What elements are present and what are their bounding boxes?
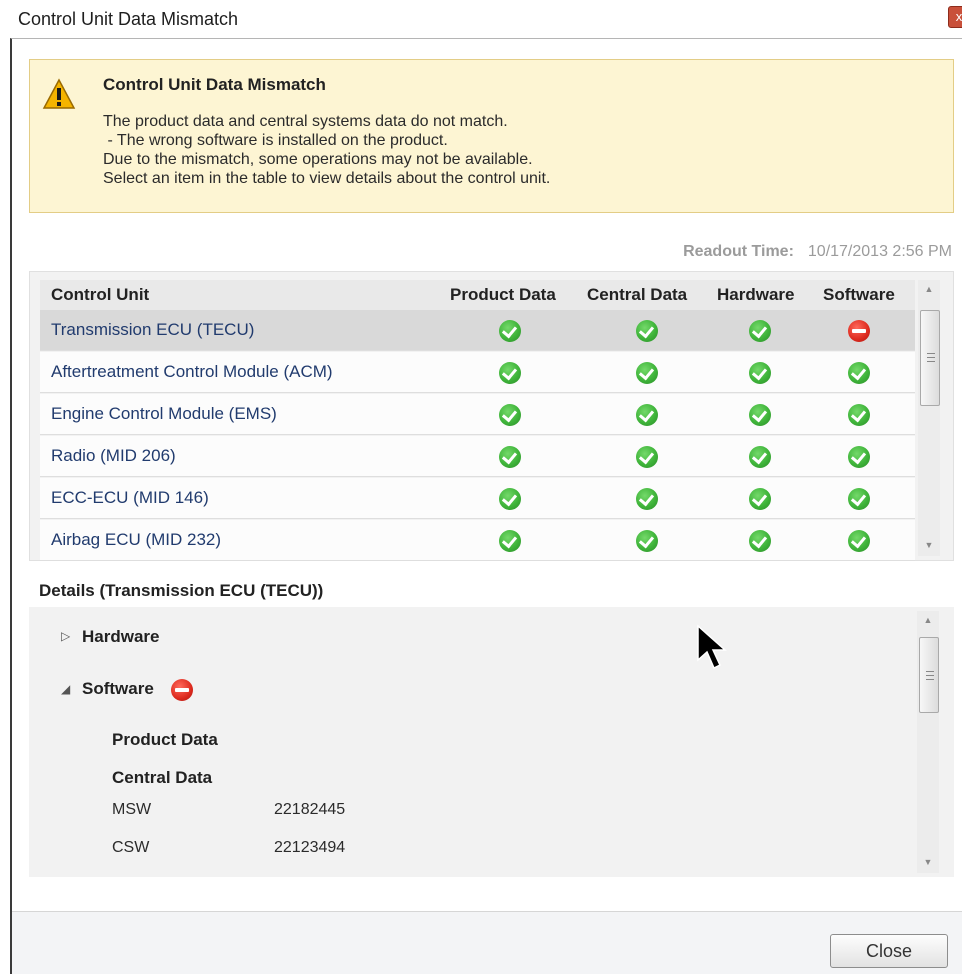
column-header-control-unit[interactable]: Control Unit bbox=[51, 285, 149, 305]
control-unit-name: Aftertreatment Control Module (ACM) bbox=[51, 362, 333, 381]
control-unit-table: Control Unit Product Data Central Data H… bbox=[29, 271, 954, 561]
column-header-software[interactable]: Software bbox=[823, 285, 895, 305]
control-unit-name: Transmission ECU (TECU) bbox=[51, 320, 255, 339]
scroll-up-arrow-icon[interactable]: ▲ bbox=[917, 611, 939, 629]
dialog-footer: Close bbox=[12, 912, 962, 974]
column-header-hardware[interactable]: Hardware bbox=[717, 285, 794, 305]
warning-line: - The wrong software is installed on the… bbox=[103, 132, 448, 149]
dialog: Control Unit Data Mismatch The product d… bbox=[10, 38, 962, 974]
status-ok-icon bbox=[636, 488, 658, 510]
window-close-icon[interactable]: x bbox=[948, 6, 962, 28]
status-ok-icon bbox=[636, 320, 658, 342]
warning-banner: Control Unit Data Mismatch The product d… bbox=[29, 59, 954, 213]
expand-arrow-icon[interactable]: ▷ bbox=[61, 629, 70, 643]
warning-line: The product data and central systems dat… bbox=[103, 113, 508, 130]
details-scrollbar[interactable]: ▲ ▼ bbox=[917, 611, 939, 873]
warning-line: Due to the mismatch, some operations may… bbox=[103, 151, 533, 168]
status-ok-icon bbox=[749, 446, 771, 468]
title-bar: Control Unit Data Mismatch x bbox=[0, 0, 962, 38]
control-unit-name: Radio (MID 206) bbox=[51, 446, 176, 465]
status-ok-icon bbox=[749, 530, 771, 552]
readout-value: 10/17/2013 2:56 PM bbox=[807, 243, 952, 260]
scroll-down-arrow-icon[interactable]: ▼ bbox=[918, 536, 940, 554]
grip-line bbox=[927, 353, 935, 354]
table-row-ems[interactable]: Engine Control Module (EMS) bbox=[40, 394, 915, 435]
csw-value: 22123494 bbox=[274, 839, 346, 856]
tree-item-hardware[interactable]: Hardware bbox=[82, 627, 159, 647]
grip-line bbox=[926, 675, 934, 676]
scroll-up-arrow-icon[interactable]: ▲ bbox=[918, 280, 940, 298]
status-error-icon bbox=[848, 320, 870, 342]
grip-line bbox=[927, 357, 935, 358]
status-ok-icon bbox=[499, 530, 521, 552]
status-ok-icon bbox=[848, 446, 870, 468]
details-panel: ▷ Hardware ◢ Software Product Data Centr… bbox=[29, 607, 954, 877]
table-row-tecu[interactable]: Transmission ECU (TECU) bbox=[40, 310, 915, 351]
status-error-icon bbox=[171, 679, 193, 701]
control-unit-name: Engine Control Module (EMS) bbox=[51, 404, 277, 423]
details-scrollbar-thumb[interactable] bbox=[919, 637, 939, 713]
status-ok-icon bbox=[636, 404, 658, 426]
software-central-data-label: Central Data bbox=[112, 768, 213, 787]
tree-item-software[interactable]: Software bbox=[82, 679, 154, 699]
grip-line bbox=[926, 671, 934, 672]
status-ok-icon bbox=[636, 446, 658, 468]
status-ok-icon bbox=[499, 488, 521, 510]
table-scrollbar-thumb[interactable] bbox=[920, 310, 940, 406]
column-header-product-data[interactable]: Product Data bbox=[450, 285, 556, 305]
readout-label: Readout Time: bbox=[683, 243, 794, 260]
status-ok-icon bbox=[848, 530, 870, 552]
warning-icon bbox=[42, 78, 76, 109]
status-ok-icon bbox=[636, 362, 658, 384]
table-row-acm[interactable]: Aftertreatment Control Module (ACM) bbox=[40, 352, 915, 393]
status-ok-icon bbox=[499, 362, 521, 384]
status-ok-icon bbox=[636, 530, 658, 552]
warning-message: The product data and central systems dat… bbox=[103, 112, 550, 188]
status-ok-icon bbox=[499, 320, 521, 342]
details-title: Details (Transmission ECU (TECU)) bbox=[39, 581, 324, 600]
close-button[interactable]: Close bbox=[830, 934, 948, 968]
control-unit-name: ECC-ECU (MID 146) bbox=[51, 488, 209, 507]
mouse-pointer-icon bbox=[697, 624, 727, 670]
window-title: Control Unit Data Mismatch bbox=[18, 9, 239, 29]
table-scrollbar[interactable]: ▲ ▼ bbox=[918, 280, 940, 556]
warning-line: Select an item in the table to view deta… bbox=[103, 170, 551, 187]
csw-label: CSW bbox=[112, 839, 150, 856]
scroll-down-arrow-icon[interactable]: ▼ bbox=[917, 853, 939, 871]
status-ok-icon bbox=[749, 362, 771, 384]
software-product-data-label: Product Data bbox=[112, 730, 218, 749]
table-header: Control Unit Product Data Central Data H… bbox=[40, 280, 915, 310]
table-row-radio[interactable]: Radio (MID 206) bbox=[40, 436, 915, 477]
status-ok-icon bbox=[749, 320, 771, 342]
collapse-arrow-icon[interactable]: ◢ bbox=[61, 682, 70, 696]
control-unit-name: Airbag ECU (MID 232) bbox=[51, 530, 222, 549]
msw-label: MSW bbox=[112, 801, 152, 818]
warning-title: Control Unit Data Mismatch bbox=[103, 75, 326, 94]
status-ok-icon bbox=[848, 404, 870, 426]
column-header-central-data[interactable]: Central Data bbox=[587, 285, 687, 305]
status-ok-icon bbox=[749, 404, 771, 426]
table-row-airbag-ecu[interactable]: Airbag ECU (MID 232) bbox=[40, 520, 915, 561]
grip-line bbox=[926, 679, 934, 680]
status-ok-icon bbox=[749, 488, 771, 510]
status-ok-icon bbox=[848, 362, 870, 384]
table-row-ecc-ecu[interactable]: ECC-ECU (MID 146) bbox=[40, 478, 915, 519]
status-ok-icon bbox=[499, 446, 521, 468]
status-ok-icon bbox=[499, 404, 521, 426]
grip-line bbox=[927, 361, 935, 362]
readout-time: Readout Time: 10/17/2013 2:56 PM bbox=[683, 243, 952, 261]
status-ok-icon bbox=[848, 488, 870, 510]
msw-value: 22182445 bbox=[274, 801, 346, 818]
